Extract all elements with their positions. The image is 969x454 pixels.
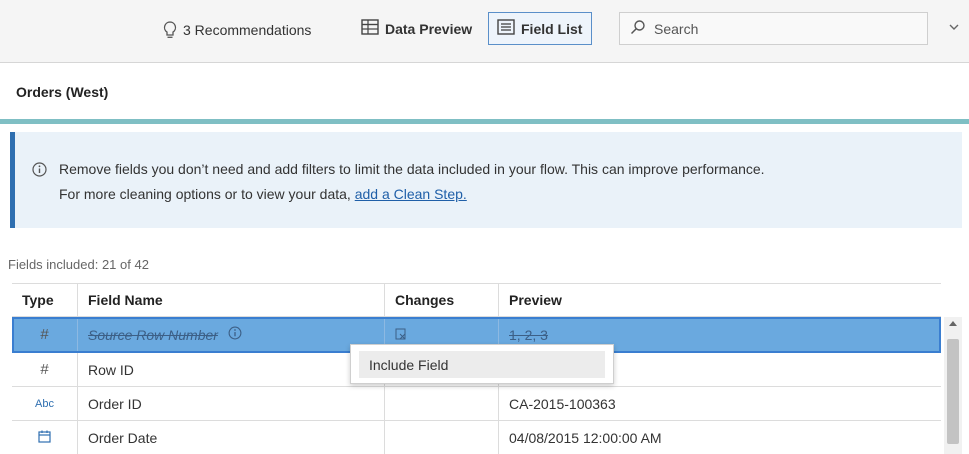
- field-name: Source Row Number: [88, 326, 218, 343]
- preview-cell: CA-2015-100363: [499, 387, 941, 421]
- step-title-bar: Orders (West): [0, 64, 969, 119]
- changes-cell: [385, 387, 499, 421]
- accent-bar: [0, 119, 969, 124]
- number-type-icon: #: [40, 326, 49, 343]
- type-cell: #: [12, 317, 78, 353]
- search-input[interactable]: Search: [619, 12, 928, 45]
- field-name-cell: Order ID: [78, 387, 385, 421]
- preview-value: CA-2015-100363: [509, 395, 616, 412]
- lightbulb-icon: [163, 21, 177, 39]
- column-header-changes[interactable]: Changes: [385, 283, 499, 317]
- field-name: Order Date: [88, 429, 158, 446]
- table-row[interactable]: Abc Order ID CA-2015-100363: [12, 387, 941, 421]
- field-list-label: Field List: [521, 20, 583, 37]
- info-icon: [32, 162, 47, 180]
- date-icon: [38, 430, 51, 446]
- add-clean-step-link[interactable]: add a Clean Step.: [355, 186, 467, 202]
- column-header-field-name[interactable]: Field Name: [78, 283, 385, 317]
- scrollbar-thumb[interactable]: [947, 339, 959, 444]
- column-header-type[interactable]: Type: [12, 283, 78, 317]
- preview-value: 04/08/2015 12:00:00 AM: [509, 429, 662, 446]
- step-title: Orders (West): [16, 84, 109, 100]
- scroll-up-icon[interactable]: [949, 321, 957, 326]
- info-icon[interactable]: [228, 326, 242, 343]
- fields-included-count: Fields included: 21 of 42: [8, 257, 149, 272]
- field-list-button[interactable]: Field List: [488, 12, 592, 45]
- info-banner: Remove fields you don’t need and add fil…: [10, 132, 962, 228]
- field-name: Order ID: [88, 395, 142, 412]
- type-cell: #: [12, 353, 78, 387]
- field-name-cell: Source Row Number: [78, 317, 385, 353]
- column-header-preview[interactable]: Preview: [499, 283, 941, 317]
- field-name: Row ID: [88, 361, 134, 378]
- number-type-icon: #: [40, 361, 49, 378]
- toolbar: 3 Recommendations Data Preview Field Lis…: [0, 0, 969, 63]
- list-icon: [497, 19, 515, 38]
- type-cell: Abc: [12, 387, 78, 421]
- table-row[interactable]: Order Date 04/08/2015 12:00:00 AM: [12, 421, 941, 454]
- context-menu: Include Field: [350, 344, 614, 384]
- field-name-cell: Row ID: [78, 353, 385, 387]
- search-icon: [630, 19, 646, 38]
- string-type-icon: Abc: [35, 397, 54, 410]
- changes-cell: [385, 421, 499, 454]
- preview-cell: 04/08/2015 12:00:00 AM: [499, 421, 941, 454]
- data-preview-label: Data Preview: [385, 20, 473, 37]
- recommendations-button[interactable]: 3 Recommendations: [163, 19, 311, 41]
- type-cell: [12, 421, 78, 454]
- data-preview-button[interactable]: Data Preview: [352, 12, 488, 45]
- table-icon: [361, 19, 379, 38]
- chevron-down-icon[interactable]: [947, 20, 961, 34]
- table-header-row: Type Field Name Changes Preview: [12, 283, 941, 317]
- field-removed-icon[interactable]: [395, 327, 407, 343]
- banner-text-line1: Remove fields you don’t need and add fil…: [59, 161, 765, 177]
- banner-text-prefix: For more cleaning options or to view you…: [59, 186, 355, 202]
- preview-value: 1, 2, 3: [509, 326, 548, 343]
- include-field-menu-item[interactable]: Include Field: [359, 351, 605, 378]
- search-placeholder: Search: [654, 20, 699, 37]
- banner-text-line2: For more cleaning options or to view you…: [59, 186, 467, 202]
- vertical-scrollbar[interactable]: [944, 317, 962, 454]
- field-name-cell: Order Date: [78, 421, 385, 454]
- recommendations-label: 3 Recommendations: [183, 22, 312, 38]
